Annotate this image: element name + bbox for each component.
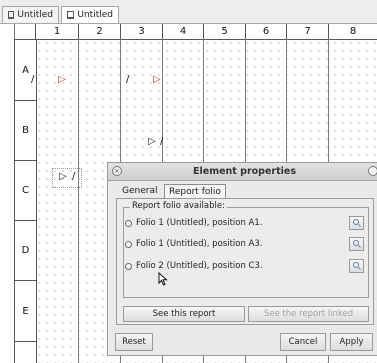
selected-element-box[interactable] (52, 168, 82, 188)
column-separator (78, 39, 79, 363)
document-tab-bar: Untitled Untitled (0, 0, 377, 24)
row-header: A B C D E (14, 39, 37, 363)
column-label: 1 (35, 24, 78, 39)
report-symbol[interactable]: ▷ (58, 75, 66, 85)
see-this-report-button[interactable]: See this report (123, 306, 245, 322)
sheet-margin (0, 24, 15, 363)
apply-button[interactable]: Apply (330, 333, 373, 351)
row-label (15, 341, 36, 363)
dialog-titlebar[interactable]: × Element properties (108, 163, 377, 181)
folio-radio[interactable] (125, 241, 132, 248)
column-label: 5 (203, 24, 245, 39)
column-label: 4 (162, 24, 203, 39)
wire-mark: / (126, 74, 130, 85)
row-label: C (15, 160, 36, 220)
column-label: 3 (120, 24, 162, 39)
magnifier-handle (358, 267, 361, 270)
group-title: Report folio available: (130, 201, 227, 211)
report-symbol[interactable]: ▷ (148, 137, 156, 147)
maximize-icon[interactable] (368, 166, 377, 176)
row-label: D (15, 220, 36, 280)
wire-mark: / (31, 74, 35, 85)
see-linked-report-button[interactable]: See the report linked (248, 306, 369, 322)
column-label: 7 (286, 24, 328, 39)
goto-folio-button[interactable] (349, 216, 364, 230)
tab-untitled-2[interactable]: Untitled (61, 6, 119, 23)
goto-folio-button[interactable] (349, 259, 364, 273)
folio-option[interactable]: Folio 1 (Untitled), position A1. (124, 216, 368, 232)
tab-label: Untitled (17, 10, 53, 20)
tab-report-folio[interactable]: Report folio (164, 184, 226, 198)
column-label: 8 (328, 24, 377, 39)
wire-mark: / (72, 171, 76, 182)
dialog-title: Element properties (193, 166, 296, 177)
goto-folio-button[interactable] (349, 237, 364, 251)
column-label: 6 (245, 24, 286, 39)
report-folio-panel: Report folio available: Folio 1 (Untitle… (116, 198, 374, 325)
tab-general[interactable]: General (118, 184, 161, 198)
report-symbol[interactable]: ▷ (59, 172, 67, 182)
row-label: E (15, 280, 36, 341)
row-label: B (15, 100, 36, 160)
folio-label: Folio 2 (Untitled), position C3. (136, 261, 263, 271)
folio-label: Folio 1 (Untitled), position A1. (136, 218, 263, 228)
folio-radio[interactable] (125, 263, 132, 270)
element-properties-dialog: × Element properties General Report foli… (107, 162, 377, 356)
column-label: 2 (78, 24, 120, 39)
column-header: 1 2 3 4 5 6 7 8 (35, 24, 377, 40)
window-icon (8, 11, 15, 19)
row-label: A (15, 39, 36, 100)
reset-button[interactable]: Reset (115, 333, 153, 351)
tab-untitled-1[interactable]: Untitled (2, 6, 59, 23)
wire-mark: / (160, 136, 164, 147)
cancel-button[interactable]: Cancel (280, 333, 326, 351)
tab-label: Untitled (77, 10, 113, 20)
folio-label: Folio 1 (Untitled), position A3. (136, 239, 263, 249)
folio-radio[interactable] (125, 220, 132, 227)
window-icon (67, 11, 75, 19)
mouse-pointer-icon (158, 272, 168, 286)
report-symbol[interactable]: ▷ (153, 75, 161, 85)
magnifier-handle (358, 245, 361, 248)
folio-option[interactable]: Folio 1 (Untitled), position A3. (124, 237, 368, 253)
magnifier-handle (358, 224, 361, 227)
